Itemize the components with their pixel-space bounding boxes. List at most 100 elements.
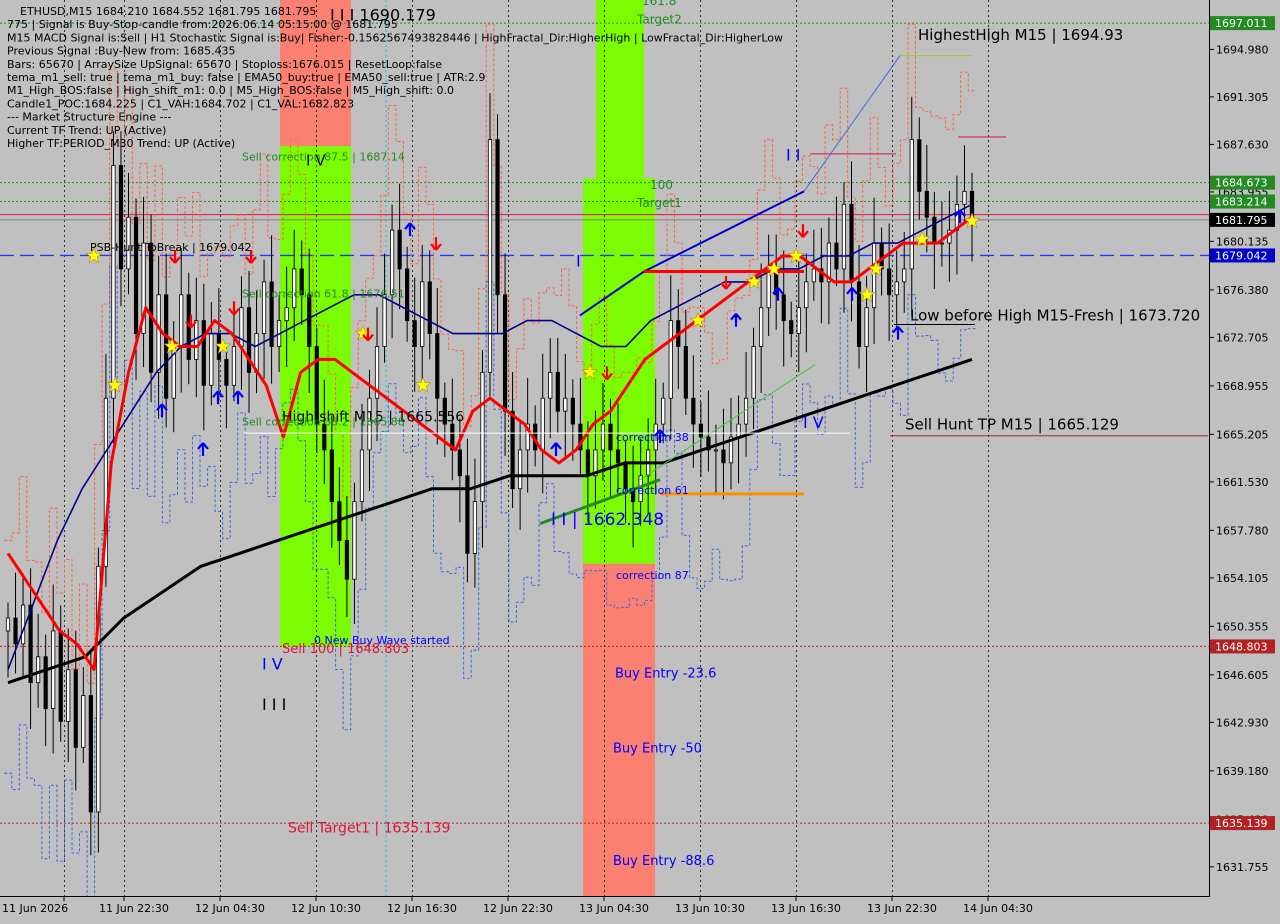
price-tag-label-3: 1681.795	[1215, 214, 1268, 227]
annotation-27: Sell Target1 | 1635.139	[288, 821, 450, 837]
info-line-5: tema_m1_sell: true | tema_m1_buy: false …	[7, 71, 485, 84]
info-line-1: 775 | Signal is Buy-Stop-candle from:202…	[7, 18, 398, 31]
price-tag-label-5: 1648.803	[1215, 640, 1268, 653]
candle-body-119	[902, 268, 907, 283]
annotation-20: correction 87	[616, 569, 689, 582]
candle-body-50	[382, 294, 387, 347]
candle-body-74	[563, 397, 568, 412]
annotation-16: Sell Hunt TP M15 | 1665.129	[905, 415, 1119, 433]
candle-body-55	[420, 281, 425, 347]
price-tick-label-2: 1687.630	[1216, 138, 1269, 151]
chart-window[interactable]: I I I 1690.179 161.8 Target2 HighestHigh M1…	[0, 0, 1280, 924]
annotation-23: I V	[262, 655, 283, 674]
candle-body-90	[683, 346, 688, 399]
candle-body-123	[932, 216, 937, 244]
time-tick-label-2: 12 Jun 04:30	[195, 902, 265, 915]
candle-body-23	[179, 294, 184, 347]
time-tick-label-3: 12 Jun 10:30	[291, 902, 361, 915]
price-tick-label-15: 1639.180	[1216, 765, 1269, 778]
candle-body-14	[111, 165, 116, 399]
info-line-4: Bars: 65670 | ArraySize UpSignal: 65670 …	[7, 58, 442, 71]
time-tick-label-1: 11 Jun 22:30	[99, 902, 169, 915]
candle-body-106	[804, 281, 809, 309]
candle-body-97	[736, 423, 741, 438]
annotation-1: 161.8	[642, 0, 676, 8]
candle-body-63	[480, 371, 485, 503]
info-line-6: M1_High_BOS:false | High_shift_m1: 0.0 |…	[7, 84, 454, 97]
price-tick-label-0: 1694.980	[1216, 43, 1269, 56]
candle-body-81	[615, 449, 621, 464]
annotation-14: Sell correction 38.2 | 1665.88	[242, 415, 405, 428]
time-tick-label-4: 12 Jun 16:30	[387, 902, 457, 915]
zone-green-2	[596, 0, 644, 179]
candle-body-47	[359, 449, 365, 503]
candle-body-3	[28, 604, 33, 684]
price-tick-label-6: 1672.705	[1216, 331, 1269, 344]
candle-body-111	[841, 203, 847, 270]
candle-body-40	[307, 294, 312, 347]
annotation-22: Sell 100 | 1648.803	[282, 642, 409, 657]
candle-body-17	[133, 216, 139, 334]
candle-body-80	[608, 423, 613, 451]
price-tick-label-11: 1654.105	[1216, 572, 1269, 585]
annotation-15: I V	[803, 413, 824, 432]
candle-body-118	[894, 281, 899, 296]
annotation-24: I I I	[262, 695, 286, 714]
candle-body-19	[148, 242, 154, 373]
time-tick-label-0: 11 Jun 2026	[2, 902, 68, 915]
annotation-7: 100	[650, 178, 673, 192]
candle-body-62	[472, 501, 478, 554]
annotation-17: correction 38	[616, 431, 689, 444]
annotation-9: PSB-Hunt ToBreak | 1679.042	[90, 241, 252, 254]
info-line-10: Higher TF:PERIOD_M30 Trend: UP (Active)	[7, 137, 235, 150]
candle-body-120	[909, 139, 914, 270]
candle-body-104	[789, 320, 794, 334]
price-tick-label-1: 1691.305	[1216, 91, 1269, 104]
info-line-9: Current TF Trend: UP (Active)	[7, 124, 166, 137]
annotation-5: I V	[306, 151, 326, 169]
candle-body-9	[73, 669, 78, 748]
info-line-3: Previous Signal :Buy-New from: 1685.435	[7, 45, 236, 58]
candle-body-10	[81, 695, 86, 748]
price-tag-label-1: 1684.673	[1215, 177, 1268, 190]
candle-body-51	[389, 229, 395, 296]
candle-body-95	[721, 449, 726, 464]
candle-body-56	[427, 281, 432, 334]
info-line-8: --- Market Structure Engine ---	[7, 111, 172, 124]
candle-body-115	[871, 242, 877, 309]
candle-body-43	[329, 449, 334, 503]
time-tick-label-7: 13 Jun 10:30	[675, 902, 745, 915]
candle-body-92	[698, 423, 703, 438]
candle-body-66	[502, 294, 508, 412]
candle-body-52	[397, 229, 402, 270]
price-tick-label-7: 1668.955	[1216, 380, 1269, 393]
candle-body-112	[849, 203, 854, 283]
candle-body-60	[457, 449, 462, 477]
candle-body-73	[555, 371, 560, 412]
candle-body-114	[864, 307, 869, 347]
price-chart[interactable]: I I I 1690.179161.8Target2HighestHigh M1…	[0, 0, 1280, 924]
annotation-18: correction 61	[616, 484, 689, 497]
candle-body-99	[751, 346, 756, 399]
candle-body-6	[51, 630, 56, 709]
candle-body-100	[759, 307, 764, 347]
annotation-25: Buy Entry -23.6	[615, 666, 716, 681]
candle-body-107	[811, 268, 816, 283]
annotation-26: Buy Entry -50	[613, 741, 702, 756]
price-tick-label-17: 1631.755	[1216, 861, 1269, 874]
time-tick-label-6: 13 Jun 04:30	[579, 902, 649, 915]
candle-body-54	[412, 320, 417, 347]
candle-body-71	[540, 397, 545, 451]
annotation-28: Buy Entry -88.6	[613, 854, 714, 869]
candle-body-45	[344, 540, 350, 580]
candle-body-94	[713, 449, 719, 452]
candle-body-57	[435, 333, 440, 399]
candle-body-88	[668, 320, 673, 399]
annotation-11: Sell correction 61.8 | 1676.51	[242, 287, 405, 300]
candle-body-121	[917, 139, 922, 192]
candle-body-53	[405, 268, 410, 322]
candle-body-64	[487, 139, 493, 373]
price-tick-label-12: 1650.355	[1216, 620, 1269, 633]
annotation-19: I I | 1662.348	[551, 510, 664, 530]
candle-body-0	[5, 617, 11, 632]
